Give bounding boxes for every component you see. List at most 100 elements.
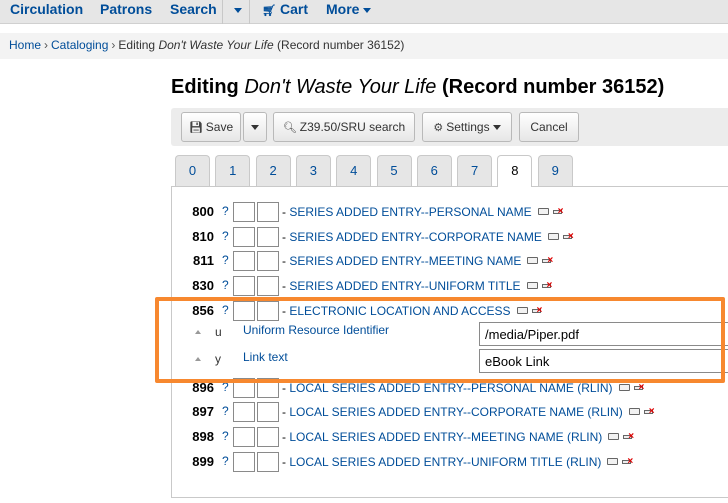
page-title-suffix: (Record number 36152) bbox=[441, 76, 665, 98]
field-help-link[interactable]: ? bbox=[222, 454, 229, 468]
nav-patrons[interactable]: Patrons bbox=[100, 0, 152, 24]
tab-5[interactable]: 5 bbox=[376, 155, 412, 186]
repeat-field-icon[interactable] bbox=[527, 257, 539, 265]
nav-circulation[interactable]: Circulation bbox=[10, 0, 83, 24]
field-tag: 830 bbox=[192, 278, 214, 293]
breadcrumb-separator: › bbox=[44, 38, 49, 52]
indicator-2-input[interactable] bbox=[257, 251, 279, 271]
save-options-dropdown[interactable] bbox=[243, 112, 267, 142]
field-tag: 899 bbox=[192, 454, 214, 469]
nav-cart[interactable]: 🛒︎ Cart bbox=[262, 0, 308, 24]
tab-4[interactable]: 4 bbox=[336, 155, 372, 186]
field-name-link[interactable]: LOCAL SERIES ADDED ENTRY--MEETING NAME (… bbox=[289, 430, 602, 444]
breadcrumb-home[interactable]: Home bbox=[9, 38, 41, 52]
field-help-link[interactable]: ? bbox=[222, 278, 229, 292]
repeat-field-icon[interactable] bbox=[618, 384, 630, 392]
indicator-1-input[interactable] bbox=[233, 251, 255, 271]
field-name-link[interactable]: LOCAL SERIES ADDED ENTRY--CORPORATE NAME… bbox=[289, 405, 622, 419]
indicator-2-input[interactable] bbox=[257, 276, 279, 296]
indicator-1-input[interactable] bbox=[233, 427, 255, 447]
delete-field-icon[interactable]: × bbox=[541, 281, 554, 291]
delete-field-icon[interactable]: × bbox=[542, 256, 554, 266]
nav-search[interactable]: Search bbox=[170, 0, 217, 24]
breadcrumb-separator: › bbox=[111, 38, 116, 52]
delete-field-icon[interactable]: × bbox=[562, 232, 575, 242]
field-help-link[interactable]: ? bbox=[222, 229, 229, 243]
field-help-link[interactable]: ? bbox=[222, 204, 229, 218]
field-name-link[interactable]: LOCAL SERIES ADDED ENTRY--UNIFORM TITLE … bbox=[289, 455, 601, 469]
indicator-2-input[interactable] bbox=[257, 301, 279, 321]
chevron-down-icon bbox=[234, 7, 242, 13]
field-tag: 896 bbox=[192, 380, 214, 395]
nav-search-dropdown[interactable] bbox=[230, 0, 242, 24]
field-name-link[interactable]: SERIES ADDED ENTRY--PERSONAL NAME bbox=[289, 205, 531, 219]
tab-0[interactable]: 0 bbox=[175, 155, 210, 186]
breadcrumb-cataloging[interactable]: Cataloging bbox=[51, 38, 108, 52]
field-help-link[interactable]: ? bbox=[222, 429, 229, 443]
page-title-book: Don't Waste Your Life bbox=[244, 76, 437, 98]
tab-9[interactable]: 9 bbox=[537, 155, 573, 186]
indicator-1-input[interactable] bbox=[233, 402, 255, 422]
repeat-field-icon[interactable] bbox=[608, 433, 620, 441]
top-navigation: Circulation Patrons Search 🛒︎ Cart More bbox=[0, 0, 728, 24]
field-help-link[interactable]: ? bbox=[222, 380, 229, 394]
move-up-icon[interactable] bbox=[195, 330, 201, 334]
field-tag: 800 bbox=[192, 204, 214, 219]
move-up-icon[interactable] bbox=[195, 357, 201, 361]
indicator-1-input[interactable] bbox=[233, 378, 255, 398]
indicator-1-input[interactable] bbox=[233, 202, 255, 222]
field-help-link[interactable]: ? bbox=[222, 303, 229, 317]
nav-separator bbox=[222, 0, 223, 24]
repeat-field-icon[interactable] bbox=[547, 233, 559, 241]
subfield-value-input[interactable] bbox=[479, 322, 728, 346]
field-name-link[interactable]: SERIES ADDED ENTRY--MEETING NAME bbox=[289, 254, 521, 268]
subfield-label[interactable]: Uniform Resource Identifier bbox=[243, 323, 389, 337]
indicator-2-input[interactable] bbox=[257, 452, 279, 472]
indicator-2-input[interactable] bbox=[257, 202, 279, 222]
chevron-down-icon bbox=[251, 125, 259, 131]
repeat-field-icon[interactable] bbox=[628, 408, 640, 416]
save-button[interactable]: 💾︎ Save bbox=[181, 112, 241, 142]
cancel-button[interactable]: Cancel bbox=[519, 112, 579, 142]
delete-field-icon[interactable]: × bbox=[623, 432, 635, 442]
repeat-field-icon[interactable] bbox=[516, 307, 528, 315]
indicator-2-input[interactable] bbox=[257, 402, 279, 422]
delete-field-icon[interactable]: × bbox=[622, 457, 634, 467]
tab-2[interactable]: 2 bbox=[255, 155, 291, 186]
z3950-search-button[interactable]: 🔍︎ Z39.50/SRU search bbox=[273, 112, 415, 142]
indicator-1-input[interactable] bbox=[233, 276, 255, 296]
settings-button[interactable]: ⚙ Settings bbox=[422, 112, 512, 142]
indicator-2-input[interactable] bbox=[257, 427, 279, 447]
tab-6[interactable]: 6 bbox=[416, 155, 452, 186]
field-name-link[interactable]: SERIES ADDED ENTRY--UNIFORM TITLE bbox=[289, 279, 520, 293]
delete-field-icon[interactable]: × bbox=[531, 306, 544, 316]
indicator-1-input[interactable] bbox=[233, 452, 255, 472]
repeat-field-icon[interactable] bbox=[607, 458, 619, 466]
delete-field-icon[interactable]: × bbox=[643, 407, 656, 417]
save-button-label: Save bbox=[205, 120, 234, 134]
field-help-link[interactable]: ? bbox=[222, 404, 229, 418]
field-name-link[interactable]: SERIES ADDED ENTRY--CORPORATE NAME bbox=[289, 230, 542, 244]
tab-3[interactable]: 3 bbox=[295, 155, 331, 186]
tab-1[interactable]: 1 bbox=[215, 155, 251, 186]
field-tag: 898 bbox=[192, 429, 214, 444]
nav-more[interactable]: More bbox=[326, 0, 372, 24]
repeat-field-icon[interactable] bbox=[537, 208, 549, 216]
field-name-link[interactable]: ELECTRONIC LOCATION AND ACCESS bbox=[289, 304, 510, 318]
delete-field-icon[interactable]: × bbox=[552, 207, 565, 217]
field-name-link[interactable]: LOCAL SERIES ADDED ENTRY--PERSONAL NAME … bbox=[289, 381, 612, 395]
indicator-1-input[interactable] bbox=[233, 301, 255, 321]
repeat-field-icon[interactable] bbox=[526, 282, 538, 290]
delete-field-icon[interactable]: × bbox=[633, 383, 646, 393]
indicator-2-input[interactable] bbox=[257, 378, 279, 398]
subfield-label[interactable]: Link text bbox=[243, 350, 288, 364]
nav-cart-label: Cart bbox=[279, 1, 308, 17]
tab-7[interactable]: 7 bbox=[457, 155, 493, 186]
indicator-2-input[interactable] bbox=[257, 227, 279, 247]
chevron-down-icon bbox=[492, 125, 501, 131]
tab-8[interactable]: 8 bbox=[497, 155, 533, 187]
subfield-value-input[interactable] bbox=[479, 349, 728, 373]
indicator-1-input[interactable] bbox=[233, 227, 255, 247]
z3950-search-label: Z39.50/SRU search bbox=[299, 120, 406, 134]
field-help-link[interactable]: ? bbox=[222, 253, 229, 267]
